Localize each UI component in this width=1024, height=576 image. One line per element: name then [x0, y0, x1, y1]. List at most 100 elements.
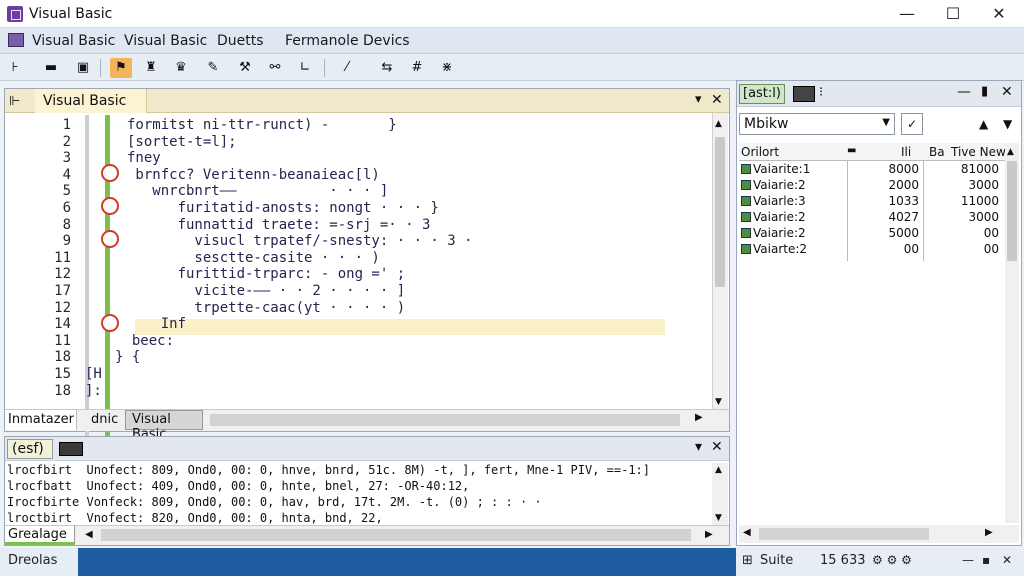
code-line[interactable]: [sortet-t=l]; — [127, 134, 237, 150]
minimize-button[interactable]: — — [884, 2, 930, 26]
close-button[interactable]: ✕ — [976, 2, 1022, 26]
grid-row[interactable]: Vaiarte:2 00 00 — [739, 241, 1005, 257]
code-line[interactable]: fney — [127, 150, 161, 166]
code-line[interactable]: vicite-—— · · 2 · · · · ] — [127, 283, 405, 299]
breakpoint-icon[interactable] — [101, 164, 119, 182]
menu-item-visual-basic-2[interactable]: Visual Basic — [124, 33, 207, 49]
output-text[interactable]: lrocfbirt Unofect: 809, Ond0, 00: 0, hnv… — [5, 461, 713, 525]
output-scroll-right-icon[interactable]: ▶ — [705, 529, 713, 540]
grid-scroll-right-icon[interactable]: ▶ — [985, 527, 993, 538]
grid-row[interactable]: Vaiarite:1 8000 81000 — [739, 161, 1005, 177]
editor-close-icon[interactable]: ✕ — [711, 92, 723, 108]
column-header-ili[interactable]: Ili — [901, 145, 911, 159]
output-h-scroll-thumb[interactable] — [101, 529, 691, 541]
scroll-right-icon[interactable]: ▶ — [695, 412, 703, 423]
variable-icon — [741, 196, 751, 206]
grid-row[interactable]: Vaiarie:2 4027 3000 — [739, 209, 1005, 225]
grid-row[interactable]: Vaiarle:3 1033 11000 — [739, 193, 1005, 209]
code-line[interactable]: } { — [115, 349, 140, 365]
console-icon[interactable] — [59, 442, 83, 456]
column-header-value[interactable]: Tive New — [951, 145, 1006, 159]
horizontal-scroll-thumb[interactable] — [210, 414, 680, 426]
scroll-up-icon[interactable]: ▲ — [715, 119, 722, 129]
tab-visual-basic[interactable]: Visual Basic — [125, 410, 203, 442]
output-dropdown-icon[interactable]: ▾ — [695, 439, 702, 455]
properties-tab[interactable]: [ast:l) — [739, 84, 785, 104]
chart-icon[interactable]: ∟ — [294, 58, 316, 78]
split-icon[interactable]: ⋇ — [436, 58, 458, 78]
output-scroll-up-icon[interactable]: ▲ — [715, 465, 722, 475]
code-line[interactable]: trpette-caac(yt · · · · ) — [127, 300, 405, 316]
page-icon[interactable]: ▣ — [72, 58, 94, 78]
grid-h-thumb[interactable] — [759, 528, 929, 540]
output-scroll-left-icon[interactable]: ◀ — [85, 529, 93, 540]
scroll-thumb[interactable] — [715, 137, 725, 287]
output-vertical-scrollbar[interactable]: ▲ ▼ — [712, 463, 728, 527]
code-line[interactable]: visucl trpatef/-snesty: · · · 3 · — [127, 233, 472, 249]
code-line[interactable]: [H — [85, 366, 102, 382]
scroll-down-icon[interactable]: ▼ — [715, 397, 722, 407]
code-line[interactable]: ]: — [85, 383, 102, 399]
debug-icon[interactable]: ♜ — [140, 58, 162, 78]
code-line[interactable]: beec: — [115, 333, 174, 349]
edit-icon[interactable]: ✎ — [202, 58, 224, 78]
column-header-name[interactable]: Orilort — [741, 145, 779, 159]
tab-inmatazer[interactable]: Inmatazer — [5, 410, 77, 430]
code-line[interactable]: Inf — [127, 316, 186, 332]
status-close-icon[interactable]: ✕ — [1002, 553, 1012, 567]
panel-minimize-icon[interactable]: — — [957, 84, 971, 100]
build-icon[interactable]: ⚑ — [110, 58, 132, 78]
code-line[interactable]: wnrcbnrt—— · · · ] — [127, 183, 388, 199]
menu-item-visual-basic[interactable]: Visual Basic — [32, 33, 115, 49]
grid-scroll-up-icon[interactable]: ▲ — [1007, 147, 1014, 157]
grid-vertical-scrollbar[interactable]: ▲ — [1005, 143, 1019, 523]
status-max-icon[interactable]: ▪ — [982, 553, 990, 567]
maximize-button[interactable]: ☐ — [930, 2, 976, 26]
column-header-ba[interactable]: Ba — [929, 145, 945, 159]
output-scroll-down-icon[interactable]: ▼ — [715, 513, 722, 523]
breakpoint-icon[interactable] — [101, 197, 119, 215]
code-line[interactable]: furitatid-anosts: nongt · · · } — [127, 200, 439, 216]
minus-icon[interactable]: ▬ — [40, 58, 62, 78]
panel-pin-icon[interactable]: ▮ — [981, 84, 988, 99]
move-down-icon[interactable]: ▼ — [1003, 117, 1012, 131]
code-line[interactable]: funnattid traete: =-srj =· · 3 — [127, 217, 431, 233]
editor-vertical-scrollbar[interactable]: ▲ ▼ — [712, 113, 728, 409]
step-icon[interactable]: ⇆ — [376, 58, 398, 78]
tab-dnic[interactable]: dnic — [91, 412, 118, 427]
run-icon[interactable]: ♛ — [170, 58, 192, 78]
output-close-icon[interactable]: ✕ — [711, 439, 723, 455]
code-area[interactable]: formitst ni-ttr-runct) - } [sortet-t=l]; f… — [5, 89, 705, 409]
code-line[interactable]: brnfcc? Veritenn-beanaieac[l) — [127, 167, 379, 183]
menu-item-duetts[interactable]: Duetts — [217, 33, 264, 49]
grid-scroll-thumb[interactable] — [1007, 161, 1017, 261]
pen-icon[interactable]: ⁄ — [336, 58, 358, 78]
variable-icon — [741, 228, 751, 238]
object-dropdown[interactable]: Mbikw ▼ — [739, 113, 895, 135]
code-line[interactable]: sesctte-casite · · · ) — [127, 250, 379, 266]
tools-icon[interactable]: ⚒ — [234, 58, 256, 78]
connect-icon[interactable]: ⚯ — [264, 58, 286, 78]
column-sort-icon[interactable]: ▬ — [847, 145, 856, 156]
code-line[interactable]: formitst ni-ttr-runct) - } — [127, 117, 397, 133]
panel-close-icon[interactable]: ✕ — [1001, 84, 1013, 100]
grid-row[interactable]: Vaiarie:2 2000 3000 — [739, 177, 1005, 193]
status-min-icon[interactable]: — — [962, 553, 974, 567]
grid-scroll-left-icon[interactable]: ◀ — [743, 527, 751, 538]
status-tool-icons[interactable]: ⚙ ⚙ ⚙ — [872, 553, 912, 567]
move-up-icon[interactable]: ▲ — [979, 117, 988, 131]
output-tab[interactable]: (esf) — [7, 439, 53, 459]
layout-icon[interactable]: ⊦ — [4, 58, 26, 78]
menu-item-devices[interactable]: Fermanole Devics — [285, 33, 410, 49]
breakpoint-icon[interactable] — [101, 230, 119, 248]
tab-grealage[interactable]: Grealage — [5, 526, 75, 545]
status-tab[interactable]: Dreolas — [0, 548, 78, 576]
grid-row[interactable]: Vaiarie:2 5000 00 — [739, 225, 1005, 241]
panel-menu-icon[interactable]: ⁝ — [819, 85, 823, 100]
sort-button[interactable]: ✓ — [901, 113, 923, 135]
grid-h-scrollbar[interactable]: ◀ ▶ — [739, 525, 1019, 543]
hash-icon[interactable]: # — [406, 58, 428, 78]
grid-icon[interactable] — [793, 86, 815, 102]
breakpoint-icon[interactable] — [101, 314, 119, 332]
code-line[interactable]: furittid-trparc: - ong =' ; — [127, 266, 406, 282]
